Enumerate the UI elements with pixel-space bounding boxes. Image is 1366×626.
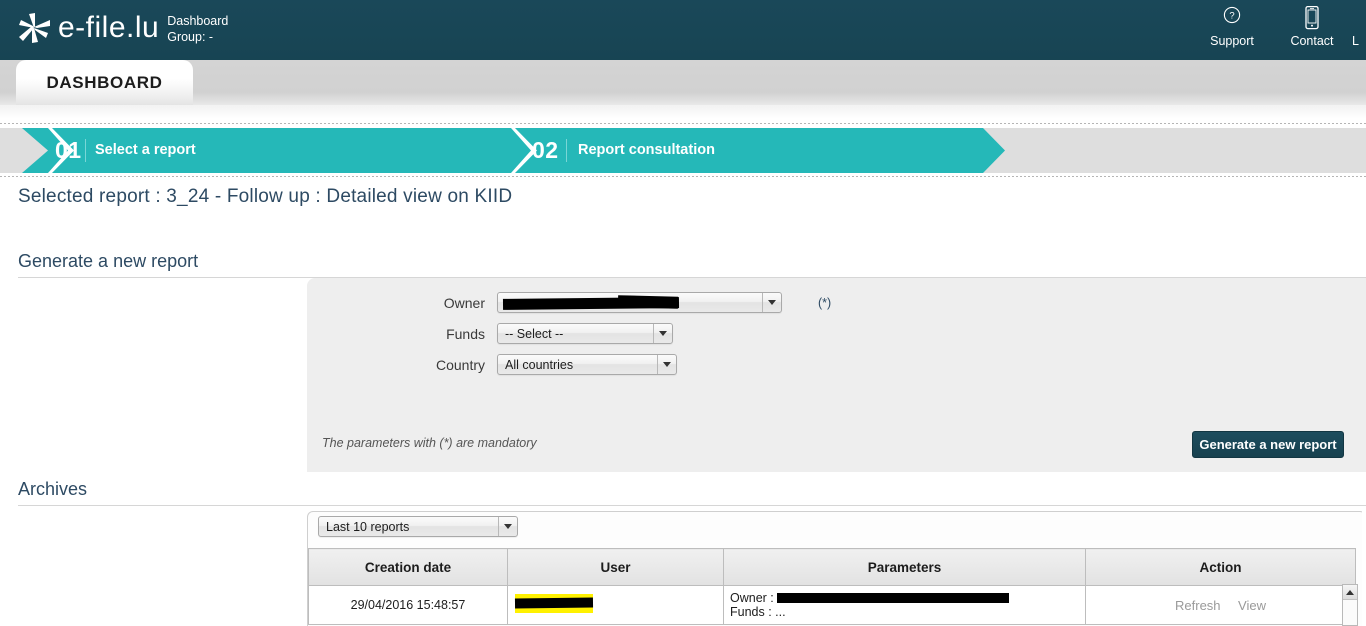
country-label: Country [435, 356, 485, 373]
brand-block[interactable]: e-file.lu Dashboard Group: - [14, 8, 228, 48]
cell-user [507, 585, 724, 625]
tab-bar: DASHBOARD [0, 60, 1366, 105]
chevron-down-icon-archives-filter[interactable] [498, 517, 517, 536]
step-dotted-rule-top [0, 123, 1366, 124]
nav-item-contact[interactable]: Contact [1272, 5, 1352, 48]
user-redaction-bar [514, 597, 594, 609]
table-row: 29/04/2016 15:48:57 Owner : Funds : ... … [308, 585, 1356, 625]
column-header-parameters[interactable]: Parameters [723, 548, 1086, 586]
archives-panel: Last 10 reports Creation date User Param… [307, 511, 1366, 626]
mandatory-note: The parameters with (*) are mandatory [322, 436, 537, 450]
country-select[interactable]: All countries [497, 354, 677, 375]
svg-text:?: ? [1229, 11, 1234, 22]
owner-mandatory-marker: (*) [818, 296, 832, 310]
app-header: e-file.lu Dashboard Group: - ? Support C… [0, 0, 1366, 60]
chevron-down-icon-owner[interactable] [762, 293, 781, 312]
step-1-number: 01 [55, 137, 82, 163]
column-header-action[interactable]: Action [1085, 548, 1356, 586]
chevron-down-icon-funds[interactable] [653, 324, 672, 343]
user-redaction-highlight [514, 594, 594, 613]
owner-select[interactable] [497, 292, 782, 313]
chevron-down-icon-country[interactable] [657, 355, 676, 374]
owner-label: Owner [443, 294, 485, 311]
step-2-divider [566, 139, 567, 162]
step-2-label[interactable]: Report consultation [578, 128, 715, 173]
brand-name: e-file.lu [58, 11, 160, 44]
archives-section-rule [18, 505, 1366, 506]
step-dotted-rule-bottom [0, 176, 1366, 177]
scrollbar-track[interactable] [1343, 600, 1357, 625]
archives-filter-value: Last 10 reports [326, 519, 410, 534]
brand-context-group: Group: - [167, 30, 214, 44]
step-2-number: 02 [532, 137, 559, 163]
parameters-owner-redaction [777, 592, 1010, 604]
header-nav: ? Support Contact L [1192, 5, 1366, 56]
table-header-row: Creation date User Parameters Action [308, 548, 1356, 586]
parameters-owner-label: Owner : [730, 591, 774, 605]
asterisk-star-logo-icon [14, 8, 54, 48]
funds-label: Funds [446, 325, 485, 342]
nav-item-contact-label: Contact [1290, 34, 1334, 48]
parameters-funds-value: ... [775, 605, 786, 619]
tab-bar-shadow [0, 105, 1366, 119]
archives-section-title: Archives [18, 479, 88, 499]
step-1-label[interactable]: Select a report [95, 128, 196, 173]
generate-section-title: Generate a new report [18, 251, 199, 271]
nav-item-support[interactable]: ? Support [1192, 6, 1272, 48]
brand-context-dashboard: Dashboard [167, 14, 229, 28]
form-row-owner: Owner (*) [307, 292, 831, 313]
step-bar: 01 Select a report 02 Report consultatio… [0, 128, 1366, 173]
nav-item-support-label: Support [1210, 34, 1254, 48]
scroll-up-arrow-icon[interactable] [1343, 585, 1357, 600]
funds-select-value: -- Select -- [505, 326, 564, 341]
selected-report-text: Selected report : 3_24 - Follow up : Det… [18, 186, 513, 207]
nav-item-truncated[interactable]: L [1352, 34, 1366, 48]
column-header-creation-date[interactable]: Creation date [308, 548, 508, 586]
page-right-edge [1362, 511, 1366, 626]
column-header-user[interactable]: User [507, 548, 724, 586]
cell-parameters: Owner : Funds : ... [723, 585, 1086, 625]
question-circle-icon: ? [1192, 6, 1272, 32]
mobile-phone-icon [1272, 5, 1352, 32]
generate-new-report-button[interactable]: Generate a new report [1192, 431, 1344, 458]
view-link[interactable]: View [1238, 598, 1266, 613]
tab-dashboard[interactable]: DASHBOARD [16, 60, 193, 105]
form-row-funds: Funds -- Select -- [307, 323, 673, 344]
funds-select[interactable]: -- Select -- [497, 323, 673, 344]
archives-table: Creation date User Parameters Action 29/… [308, 548, 1356, 625]
refresh-link[interactable]: Refresh [1175, 598, 1221, 613]
tab-bar-left-filler [0, 60, 16, 105]
step-1-divider [85, 139, 86, 162]
cell-action: Refresh View [1085, 585, 1356, 625]
country-select-value: All countries [505, 357, 574, 372]
cell-creation-date: 29/04/2016 15:48:57 [308, 585, 508, 625]
brand-context: Dashboard Group: - [159, 12, 228, 44]
parameters-redaction-bar [777, 593, 1010, 603]
form-row-country: Country All countries [307, 354, 677, 375]
step-navigation: 01 Select a report 02 Report consultatio… [0, 119, 1366, 181]
archives-vertical-scrollbar[interactable] [1342, 584, 1358, 626]
archives-filter-select[interactable]: Last 10 reports [318, 516, 518, 537]
parameters-funds-label: Funds : [730, 605, 772, 619]
owner-redaction-bar-2 [617, 295, 679, 309]
